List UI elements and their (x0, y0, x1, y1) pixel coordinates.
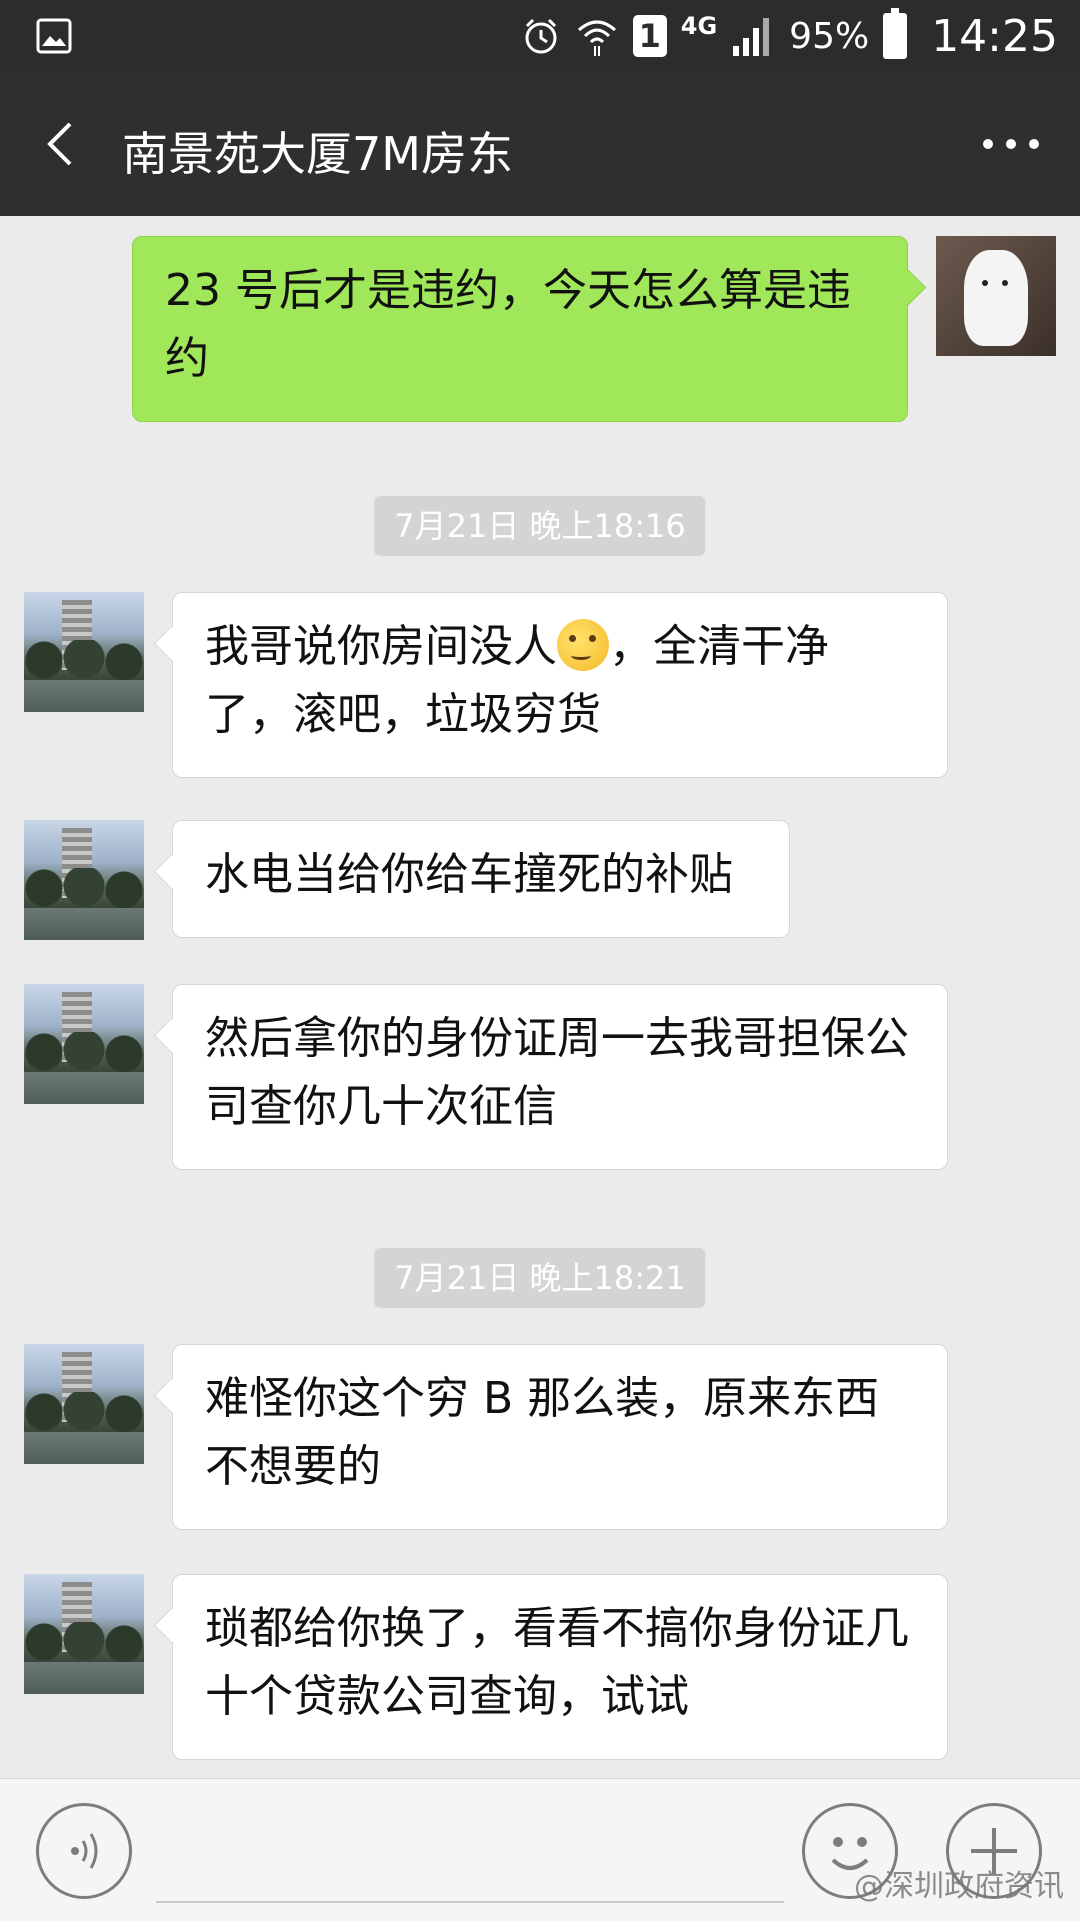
more-dots-icon[interactable] (976, 122, 1046, 166)
message-text: 我哥说你房间没人 (205, 621, 557, 672)
landlord-avatar[interactable] (24, 1574, 144, 1694)
dog-photo (964, 250, 1028, 346)
thinking-face-emoji-icon (557, 619, 609, 671)
timestamp: 7月21日 晚上18:16 (374, 496, 706, 556)
message-bubble-other[interactable]: 然后拿你的身份证周一去我哥担保公司查你几十次征信 (172, 984, 948, 1170)
signal-icon (733, 18, 770, 56)
voice-button[interactable] (36, 1803, 132, 1899)
clock: 14:25 (931, 10, 1058, 62)
watermark: @深圳政府资讯 (854, 1869, 1064, 1904)
landlord-avatar[interactable] (24, 984, 144, 1104)
landlord-avatar[interactable] (24, 820, 144, 940)
landlord-avatar[interactable] (24, 1344, 144, 1464)
back-arrow-icon[interactable] (34, 116, 90, 172)
message-bubble-self[interactable]: 23 号后才是违约，今天怎么算是违约 (132, 236, 908, 422)
message-text: 难怪你这个穷 B 那么装，原来东西不想要的 (205, 1373, 880, 1492)
chat-header: 南景苑大厦7M房东 (0, 72, 1080, 216)
message-text: 23 号后才是违约，今天怎么算是违约 (165, 265, 851, 384)
self-avatar[interactable] (936, 236, 1056, 356)
alarm-icon (525, 18, 557, 54)
battery-percent: 95% (789, 15, 870, 57)
message-input[interactable] (156, 1799, 784, 1903)
chat-title: 南景苑大厦7M房东 (122, 127, 513, 181)
message-text: 然后拿你的身份证周一去我哥担保公司查你几十次征信 (205, 1013, 909, 1132)
voice-icon (71, 1833, 98, 1869)
network-type: 4G (680, 12, 718, 40)
wifi-icon (577, 20, 616, 56)
sim-slot-badge: 1 (632, 15, 667, 57)
landlord-avatar[interactable] (24, 592, 144, 712)
message-text: 琐都给你换了，看看不搞你身份证几十个贷款公司查询，试试 (205, 1603, 909, 1722)
timestamp: 7月21日 晚上18:21 (374, 1248, 706, 1308)
status-bar: 1 4G 95% 14:25 (0, 0, 1080, 72)
message-bubble-other[interactable]: 我哥说你房间没人 ，全清干净了，滚吧，垃圾穷货 (172, 592, 948, 778)
battery-icon (883, 8, 908, 59)
message-bubble-other[interactable]: 水电当给你给车撞死的补贴 (172, 820, 790, 938)
message-text: 水电当给你给车撞死的补贴 (205, 849, 733, 900)
chat-area[interactable]: 23 号后才是违约，今天怎么算是违约 7月21日 晚上18:16 我哥说你房间没… (0, 216, 1080, 1778)
gallery-icon (36, 18, 72, 54)
message-bubble-other[interactable]: 难怪你这个穷 B 那么装，原来东西不想要的 (172, 1344, 948, 1530)
message-bubble-other[interactable]: 琐都给你换了，看看不搞你身份证几十个贷款公司查询，试试 (172, 1574, 948, 1760)
input-bar: @深圳政府资讯 (0, 1778, 1080, 1921)
